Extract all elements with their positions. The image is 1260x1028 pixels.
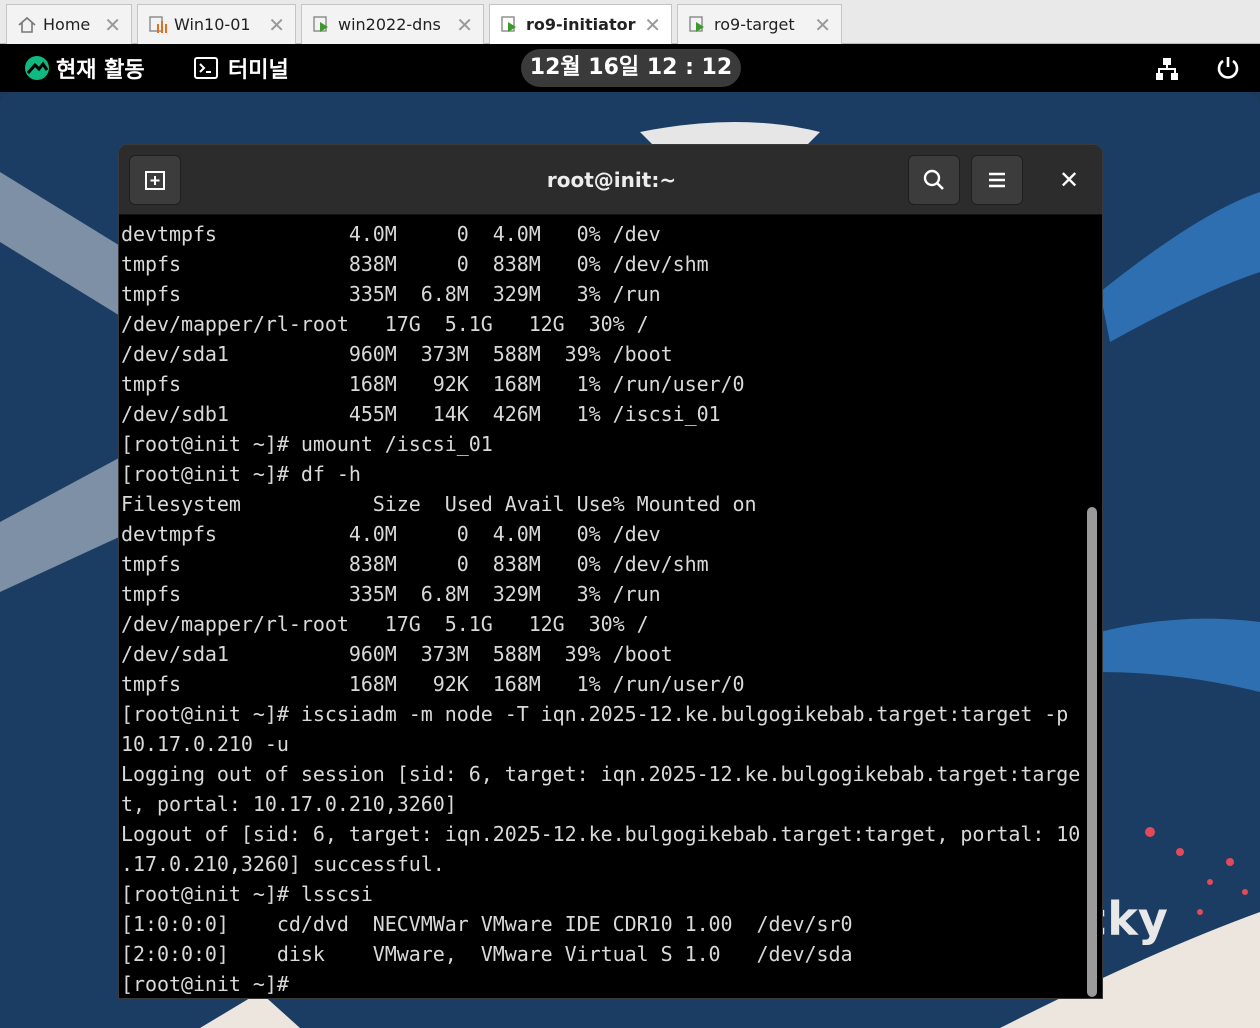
app-name: 터미널 <box>228 58 289 83</box>
terminal-line: [root@init ~]# df -h <box>121 462 361 486</box>
gnome-top-bar: 현재 활동 터미널 12월 16일 12 : 12 <box>0 44 1260 92</box>
terminal-line: /dev/mapper/rl-root 17G 5.1G 12G 30% / <box>121 312 649 336</box>
search-button[interactable] <box>908 155 960 205</box>
terminal-window[interactable]: ✕ root@init:~ devtmpfs 4.0M 0 4.0M 0% /d… <box>118 144 1103 999</box>
power-icon[interactable] <box>1215 55 1241 81</box>
activities-button[interactable]: 현재 활동 <box>24 52 145 84</box>
terminal-line: /dev/sda1 960M 373M 588M 39% /boot <box>121 642 673 666</box>
new-tab-icon <box>145 171 165 190</box>
close-icon[interactable]: ✕ <box>268 13 285 37</box>
tab-label: ro9-target <box>714 15 795 34</box>
terminal-line: [root@init ~]# lsscsi <box>121 882 373 906</box>
tab-label: win2022-dns <box>338 15 441 34</box>
vm-running-icon <box>149 15 167 33</box>
home-icon <box>18 16 36 33</box>
terminal-line: 10.17.0.210 -u <box>121 732 289 756</box>
terminal-line: [root@init ~]# <box>121 972 289 996</box>
terminal-line: t, portal: 10.17.0.210,3260] <box>121 792 457 816</box>
terminal-headerbar[interactable]: ✕ root@init:~ <box>119 145 1102 215</box>
menu-button[interactable] <box>971 155 1023 205</box>
tab-label: ro9-initiator <box>526 15 636 34</box>
terminal-line: tmpfs 838M 0 838M 0% /dev/shm <box>121 252 709 276</box>
close-icon[interactable]: ✕ <box>814 13 831 37</box>
terminal-line: /dev/mapper/rl-root 17G 5.1G 12G 30% / <box>121 612 649 636</box>
tab-home[interactable]: Home ✕ <box>6 4 132 44</box>
terminal-line: tmpfs 838M 0 838M 0% /dev/shm <box>121 552 709 576</box>
close-icon: ✕ <box>1058 166 1080 194</box>
terminal-line: tmpfs 335M 6.8M 329M 3% /run <box>121 582 661 606</box>
terminal-scrollbar[interactable] <box>1085 217 1099 998</box>
terminal-line: [2:0:0:0] disk VMware, VMware Virtual S … <box>121 942 853 966</box>
terminal-line: [root@init ~]# iscsiadm -m node -T iqn.2… <box>121 702 1069 726</box>
clock-button[interactable]: 12월 16일 12 : 12 <box>521 49 741 87</box>
search-icon <box>923 169 944 190</box>
terminal-output[interactable]: devtmpfs 4.0M 0 4.0M 0% /dev tmpfs 838M 0… <box>121 219 1083 998</box>
terminal-line: Logging out of session [sid: 6, target: … <box>121 762 1081 786</box>
tab-win2022-dns[interactable]: win2022-dns ✕ <box>301 4 484 44</box>
terminal-line: tmpfs 168M 92K 168M 1% /run/user/0 <box>121 672 745 696</box>
close-icon[interactable]: ✕ <box>644 13 661 37</box>
tab-ro9-initiator[interactable]: ro9-initiator ✕ <box>489 4 672 44</box>
tab-ro9-target[interactable]: ro9-target ✕ <box>677 4 842 44</box>
network-icon[interactable] <box>1155 57 1179 81</box>
app-menu-terminal[interactable]: 터미널 <box>194 52 289 84</box>
terminal-line: /dev/sda1 960M 373M 588M 39% /boot <box>121 342 673 366</box>
terminal-line: devtmpfs 4.0M 0 4.0M 0% /dev <box>121 222 661 246</box>
vm-tab-bar: Home ✕ Win10-01 ✕ win2022-dns ✕ ro9-init… <box>0 0 1260 44</box>
terminal-line: Filesystem Size Used Avail Use% Mounted … <box>121 492 757 516</box>
terminal-line: .17.0.210,3260] successful. <box>121 852 445 876</box>
terminal-line: [root@init ~]# umount /iscsi_01 <box>121 432 493 456</box>
hamburger-menu-icon <box>989 172 1005 188</box>
terminal-line: tmpfs 335M 6.8M 329M 3% /run <box>121 282 661 306</box>
tab-win10-01[interactable]: Win10-01 ✕ <box>137 4 296 44</box>
scrollbar-thumb[interactable] <box>1087 507 1097 997</box>
terminal-line: /dev/sdb1 455M 14K 426M 1% /iscsi_01 <box>121 402 721 426</box>
new-tab-button[interactable] <box>129 155 181 205</box>
tab-label: Win10-01 <box>174 15 251 34</box>
terminal-icon <box>194 57 218 79</box>
terminal-line: devtmpfs 4.0M 0 4.0M 0% /dev <box>121 522 661 546</box>
close-window-button[interactable]: ✕ <box>1054 163 1084 197</box>
vm-running-icon <box>501 15 516 32</box>
vm-running-icon <box>689 15 704 32</box>
tab-label: Home <box>43 15 91 34</box>
terminal-line: Logout of [sid: 6, target: iqn.2025-12.k… <box>121 822 1081 846</box>
rocky-logo-icon <box>25 56 49 80</box>
activities-label: 현재 활동 <box>56 58 145 83</box>
vm-running-icon <box>313 15 328 32</box>
terminal-line: tmpfs 168M 92K 168M 1% /run/user/0 <box>121 372 745 396</box>
terminal-line: [1:0:0:0] cd/dvd NECVMWar VMware IDE CDR… <box>121 912 853 936</box>
close-icon[interactable]: ✕ <box>104 13 121 37</box>
close-icon[interactable]: ✕ <box>456 13 473 37</box>
